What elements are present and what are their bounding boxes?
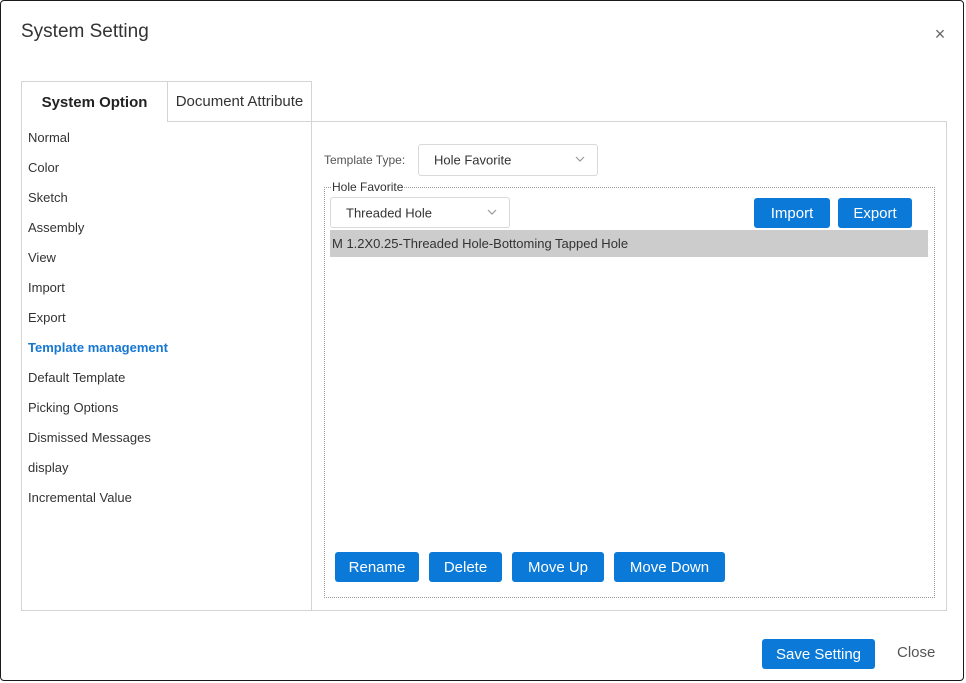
move-up-button[interactable]: Move Up [512, 552, 604, 582]
hole-favorite-legend: Hole Favorite [331, 180, 405, 194]
sidebar-item-display[interactable]: display [28, 460, 68, 475]
dialog-title: System Setting [21, 21, 149, 42]
system-setting-dialog: System Setting × System Option Document … [0, 0, 964, 681]
hole-type-value: Threaded Hole [346, 205, 432, 220]
chevron-down-icon [575, 156, 585, 162]
sidebar-item-template-management[interactable]: Template management [28, 340, 168, 355]
hole-type-select[interactable]: Threaded Hole [330, 197, 510, 228]
template-type-value: Hole Favorite [434, 152, 512, 168]
delete-button[interactable]: Delete [429, 552, 502, 582]
sidebar-item-incremental-value[interactable]: Incremental Value [28, 490, 132, 505]
template-type-label: Template Type: [324, 153, 406, 167]
import-button[interactable]: Import [754, 198, 830, 228]
chevron-down-icon [487, 209, 497, 215]
export-button[interactable]: Export [838, 198, 912, 228]
sidebar-item-normal[interactable]: Normal [28, 130, 70, 145]
move-down-button[interactable]: Move Down [614, 552, 725, 582]
tab-document-attribute[interactable]: Document Attribute [167, 81, 312, 122]
list-item[interactable]: M 1.2X0.25-Threaded Hole-Bottoming Tappe… [330, 230, 928, 257]
close-icon[interactable]: × [931, 25, 949, 43]
sidebar-item-dismissed-messages[interactable]: Dismissed Messages [28, 430, 151, 445]
save-setting-button[interactable]: Save Setting [762, 639, 875, 669]
rename-button[interactable]: Rename [335, 552, 419, 582]
close-button[interactable]: Close [897, 644, 935, 661]
sidebar-item-export[interactable]: Export [28, 310, 66, 325]
sidebar-item-import[interactable]: Import [28, 280, 65, 295]
sidebar-item-sketch[interactable]: Sketch [28, 190, 68, 205]
template-type-select[interactable]: Hole Favorite [418, 144, 598, 176]
sidebar-item-color[interactable]: Color [28, 160, 59, 175]
tab-system-option[interactable]: System Option [21, 81, 167, 122]
sidebar-item-view[interactable]: View [28, 250, 56, 265]
sidebar-item-assembly[interactable]: Assembly [28, 220, 84, 235]
sidebar-item-picking-options[interactable]: Picking Options [28, 400, 118, 415]
sidebar-item-default-template[interactable]: Default Template [28, 370, 125, 385]
